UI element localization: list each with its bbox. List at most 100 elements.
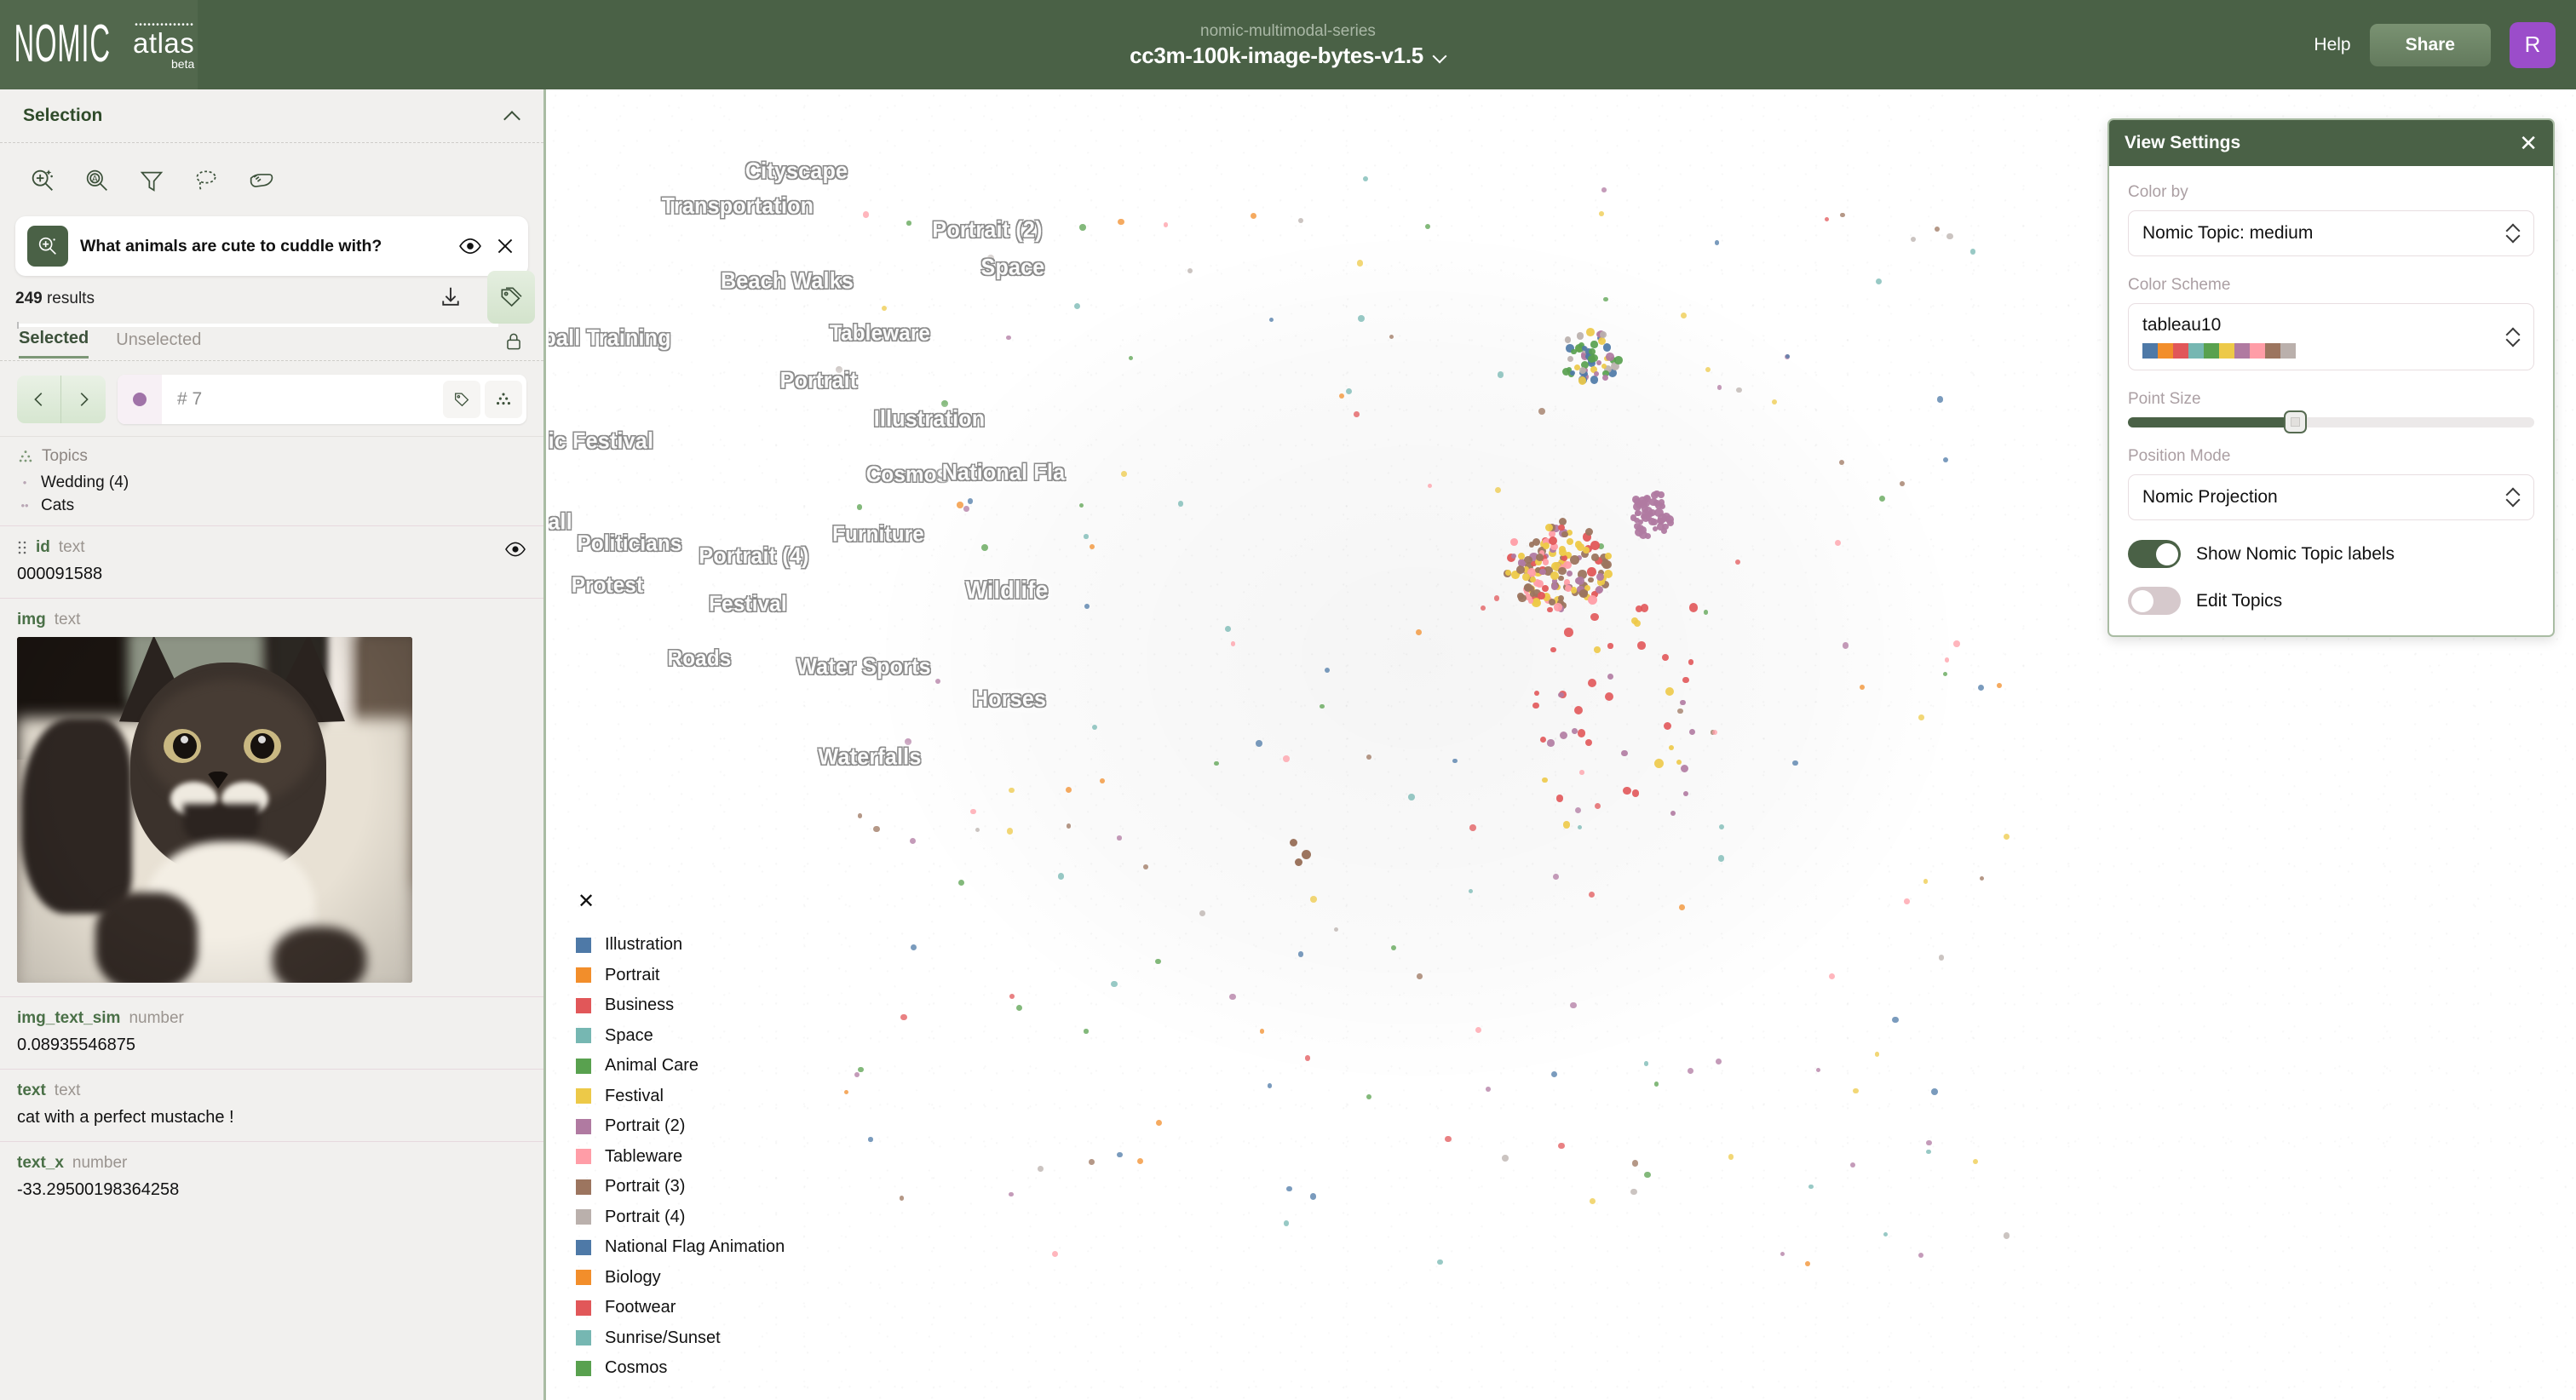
legend-item[interactable]: Sunrise/Sunset — [576, 1323, 785, 1354]
topics-icon — [19, 450, 32, 462]
field-header: img text — [17, 611, 526, 629]
chevron-right-icon[interactable] — [61, 376, 106, 423]
legend-swatch — [576, 1118, 591, 1134]
legend-label: Footwear — [605, 1298, 676, 1317]
data-point — [1564, 628, 1573, 637]
record-image[interactable] — [17, 637, 412, 983]
data-point — [843, 1089, 848, 1094]
tag-icon[interactable] — [443, 381, 480, 418]
eye-icon[interactable] — [504, 538, 526, 565]
data-point — [1084, 1029, 1089, 1034]
data-point — [1926, 1139, 1932, 1146]
color-by-select[interactable]: Nomic Topic: medium — [2128, 210, 2534, 256]
show-topic-labels-toggle[interactable] — [2128, 540, 2181, 568]
data-point — [957, 502, 964, 508]
data-point — [1099, 778, 1105, 783]
download-icon[interactable] — [438, 284, 463, 314]
color-scheme-value: tableau10 — [2142, 315, 2222, 335]
legend-item[interactable]: Business — [576, 990, 785, 1021]
keyword-search-icon[interactable]: A — [70, 157, 124, 204]
position-mode-select[interactable]: Nomic Projection — [2128, 474, 2534, 520]
lasso-select-icon[interactable] — [179, 157, 233, 204]
data-point — [1574, 541, 1583, 548]
color-swatch — [2142, 343, 2158, 359]
view-settings-header: View Settings ✕ — [2109, 120, 2553, 166]
help-link[interactable]: Help — [2314, 35, 2350, 55]
point-size-slider[interactable] — [2128, 410, 2534, 433]
field-header: img_text_sim number — [17, 1009, 526, 1028]
tags-button[interactable] — [487, 271, 535, 324]
legend-item[interactable]: Footwear — [576, 1293, 785, 1323]
color-swatch — [2280, 343, 2296, 359]
data-point — [906, 221, 911, 226]
legend-item[interactable]: Tableware — [576, 1142, 785, 1173]
position-mode-group: Position Mode Nomic Projection — [2128, 447, 2534, 520]
legend-item[interactable]: National Flag Animation — [576, 1232, 785, 1263]
semantic-search-icon[interactable] — [15, 157, 70, 204]
color-swatch — [2234, 343, 2250, 359]
data-point — [1594, 645, 1601, 653]
legend-item[interactable]: Biology — [576, 1263, 785, 1294]
data-point — [1224, 626, 1231, 632]
query-text: What animals are cute to cuddle with? — [80, 236, 382, 255]
map-name-label: cc3m-100k-image-bytes-v1.5 — [1130, 43, 1423, 68]
point-size-slider-thumb[interactable] — [2283, 410, 2307, 433]
tab-unselected[interactable]: Unselected — [116, 330, 201, 358]
lock-icon[interactable] — [503, 330, 525, 357]
color-scheme-select[interactable]: tableau10 — [2128, 303, 2534, 370]
data-point — [1808, 1184, 1814, 1190]
legend-item[interactable]: Portrait (2) — [576, 1111, 785, 1142]
data-point — [1561, 367, 1571, 376]
nomic-atlas-logo[interactable]: NOMIC •••••••••••••• atlas beta — [0, 0, 198, 89]
data-point — [1904, 898, 1910, 904]
chevron-up-icon[interactable] — [503, 107, 520, 124]
data-point — [836, 365, 843, 373]
data-point — [1417, 973, 1423, 979]
filter-icon[interactable] — [124, 157, 179, 204]
map-name-dropdown[interactable]: cc3m-100k-image-bytes-v1.5 — [1130, 43, 1446, 69]
data-point — [1551, 1070, 1558, 1077]
data-point — [1542, 542, 1550, 549]
data-point — [1575, 577, 1582, 584]
data-point — [1547, 739, 1555, 747]
data-point — [1009, 787, 1015, 793]
close-icon[interactable]: ✕ — [2519, 132, 2538, 154]
data-point — [1427, 483, 1432, 488]
data-point — [1874, 1052, 1880, 1057]
edit-topics-toggle[interactable] — [2128, 587, 2181, 615]
tab-selected[interactable]: Selected — [19, 329, 89, 359]
legend-item[interactable]: Festival — [576, 1082, 785, 1112]
legend-item[interactable]: Portrait — [576, 961, 785, 991]
data-point — [1073, 302, 1080, 309]
data-point — [1997, 683, 2003, 688]
point-size-group: Point Size — [2128, 390, 2534, 433]
legend-item[interactable]: Portrait (3) — [576, 1172, 785, 1202]
legend-item[interactable]: Cosmos — [576, 1353, 785, 1384]
eye-icon[interactable] — [458, 234, 482, 258]
legend-item[interactable]: Portrait (4) — [576, 1202, 785, 1233]
avatar[interactable]: R — [2510, 21, 2556, 68]
results-label: results — [46, 290, 95, 307]
chevron-down-icon — [1433, 49, 1446, 63]
data-point — [1620, 749, 1628, 757]
edit-topics-row: Edit Topics — [2128, 587, 2534, 615]
drag-handle-icon[interactable] — [17, 540, 27, 555]
legend-close-icon[interactable]: ✕ — [578, 892, 595, 912]
record-id-pill[interactable]: # 7 — [118, 375, 526, 424]
pan-hand-icon[interactable] — [233, 157, 288, 204]
data-point — [1558, 548, 1567, 557]
list-item[interactable]: •• Cats — [17, 494, 526, 517]
chevron-left-icon[interactable] — [17, 376, 61, 423]
header-title-block: nomic-multimodal-series cc3m-100k-image-… — [0, 0, 2576, 89]
topics-icon[interactable] — [485, 381, 522, 418]
close-icon[interactable] — [494, 235, 516, 257]
legend-item[interactable]: Space — [576, 1021, 785, 1052]
data-point — [1736, 387, 1742, 393]
data-point — [1415, 628, 1422, 635]
data-point — [1502, 1155, 1509, 1162]
legend-item[interactable]: Animal Care — [576, 1051, 785, 1082]
share-button[interactable]: Share — [2369, 23, 2491, 66]
data-point — [1651, 491, 1659, 499]
list-item[interactable]: • Wedding (4) — [17, 471, 526, 494]
legend-item[interactable]: Illustration — [576, 930, 785, 961]
